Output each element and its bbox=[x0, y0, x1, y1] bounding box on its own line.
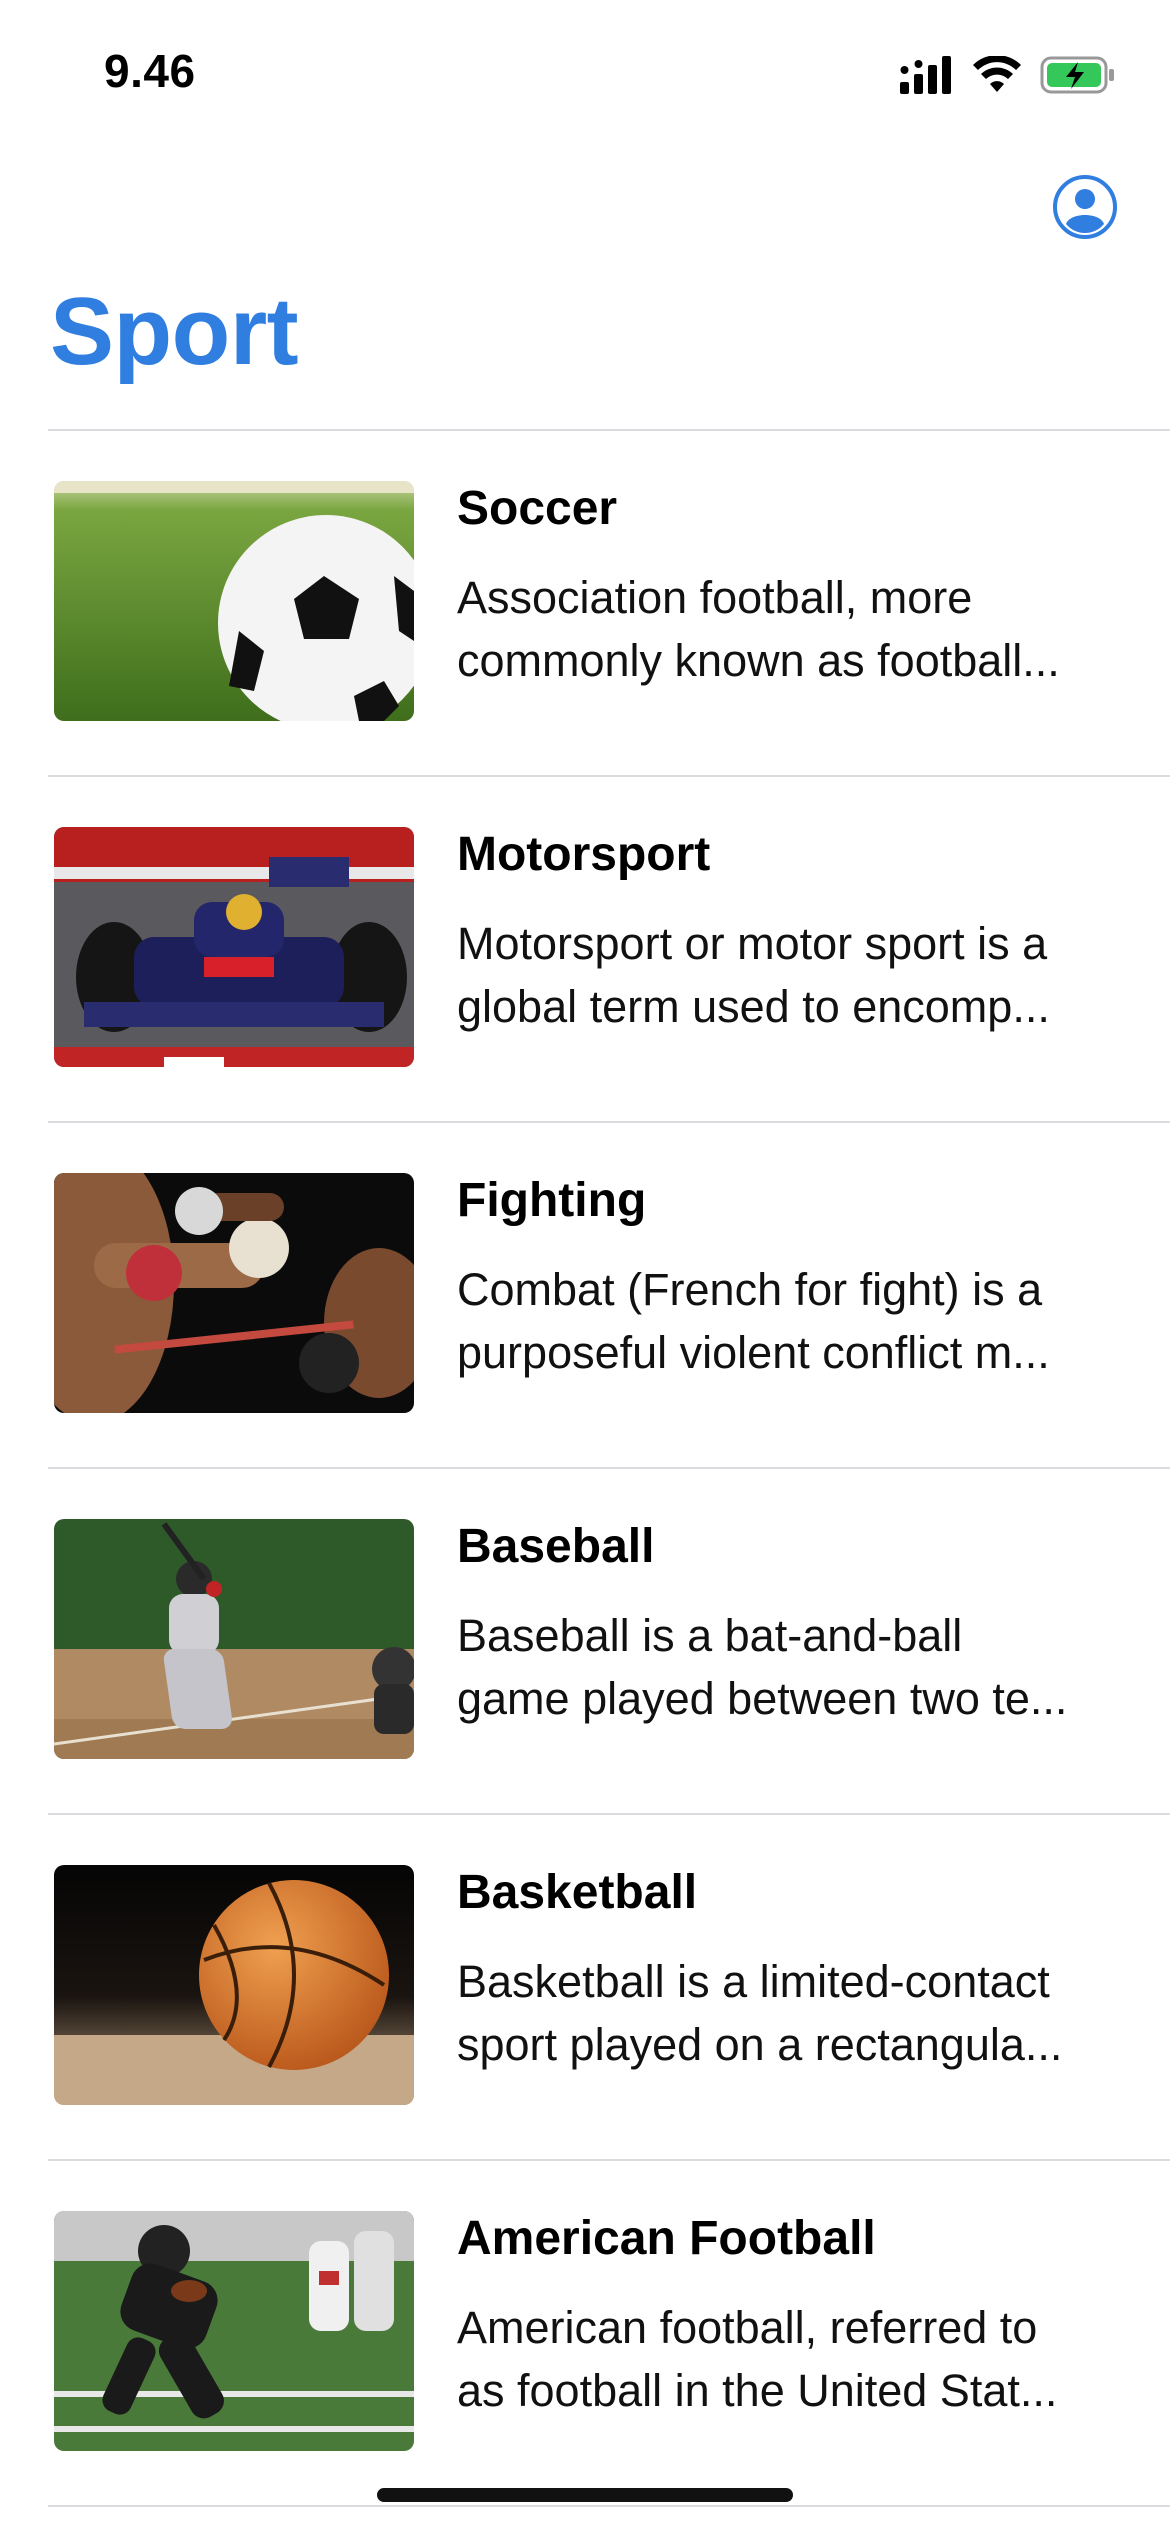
sport-title: American Football bbox=[457, 2212, 876, 2265]
description-line: Baseball is a bat-and-ball bbox=[457, 1610, 963, 1661]
description-line: purposeful violent conflict m... bbox=[457, 1327, 1050, 1378]
description-line: as football in the United Stat... bbox=[457, 2365, 1058, 2416]
sport-description: Association football, more commonly know… bbox=[457, 566, 1117, 692]
status-bar: 9.46 bbox=[0, 0, 1170, 150]
sport-description: Baseball is a bat-and-ball game played b… bbox=[457, 1604, 1117, 1730]
sport-title: Fighting bbox=[457, 1174, 647, 1227]
description-line: Combat (French for fight) is a bbox=[457, 1264, 1043, 1315]
sport-description: American football, referred to as footba… bbox=[457, 2296, 1117, 2422]
home-indicator[interactable] bbox=[377, 2488, 793, 2502]
description-line: game played between two te... bbox=[457, 1673, 1068, 1724]
sport-row-baseball[interactable]: Baseball Baseball is a bat-and-ball game… bbox=[0, 1469, 1170, 1815]
description-line: American football, referred to bbox=[457, 2302, 1038, 2353]
description-line: sport played on a rectangula... bbox=[457, 2019, 1063, 2070]
description-line: global term used to encomp... bbox=[457, 981, 1050, 1032]
sport-title: Soccer bbox=[457, 482, 618, 535]
sport-row-motorsport[interactable]: Motorsport Motorsport or motor sport is … bbox=[0, 777, 1170, 1123]
description-line: Association football, more bbox=[457, 572, 973, 623]
soccer-thumbnail bbox=[54, 481, 414, 721]
sport-description: Combat (French for fight) is a purposefu… bbox=[457, 1258, 1117, 1384]
status-time: 9.46 bbox=[104, 45, 196, 97]
description-line: commonly known as football... bbox=[457, 635, 1060, 686]
battery-charging-icon bbox=[1040, 56, 1114, 94]
description-line: Motorsport or motor sport is a bbox=[457, 918, 1048, 969]
sport-row-american-football[interactable]: American Football American football, ref… bbox=[0, 2161, 1170, 2507]
wifi-icon bbox=[973, 56, 1021, 92]
american-football-thumbnail bbox=[54, 2211, 414, 2451]
motorsport-thumbnail bbox=[54, 827, 414, 1067]
fighting-thumbnail bbox=[54, 1173, 414, 1413]
row-divider bbox=[48, 2505, 1170, 2507]
sport-list: Soccer Association football, more common… bbox=[0, 431, 1170, 2507]
page-title: Sport bbox=[50, 278, 299, 385]
sport-row-soccer[interactable]: Soccer Association football, more common… bbox=[0, 431, 1170, 777]
profile-button[interactable] bbox=[1052, 174, 1118, 240]
status-icons bbox=[900, 52, 1116, 98]
sport-description: Basketball is a limited-contact sport pl… bbox=[457, 1950, 1117, 2076]
sport-title: Baseball bbox=[457, 1520, 655, 1573]
person-circle-icon bbox=[1053, 175, 1117, 239]
sport-list-screen: 9.46 Sport Soccer Association football, … bbox=[0, 0, 1170, 2532]
basketball-thumbnail bbox=[54, 1865, 414, 2105]
sport-row-basketball[interactable]: Basketball Basketball is a limited-conta… bbox=[0, 1815, 1170, 2161]
baseball-thumbnail bbox=[54, 1519, 414, 1759]
cellular-signal-icon bbox=[900, 56, 951, 94]
sport-title: Motorsport bbox=[457, 828, 711, 881]
sport-description: Motorsport or motor sport is a global te… bbox=[457, 912, 1117, 1038]
sport-title: Basketball bbox=[457, 1866, 698, 1919]
description-line: Basketball is a limited-contact bbox=[457, 1956, 1050, 2007]
sport-row-fighting[interactable]: Fighting Combat (French for fight) is a … bbox=[0, 1123, 1170, 1469]
